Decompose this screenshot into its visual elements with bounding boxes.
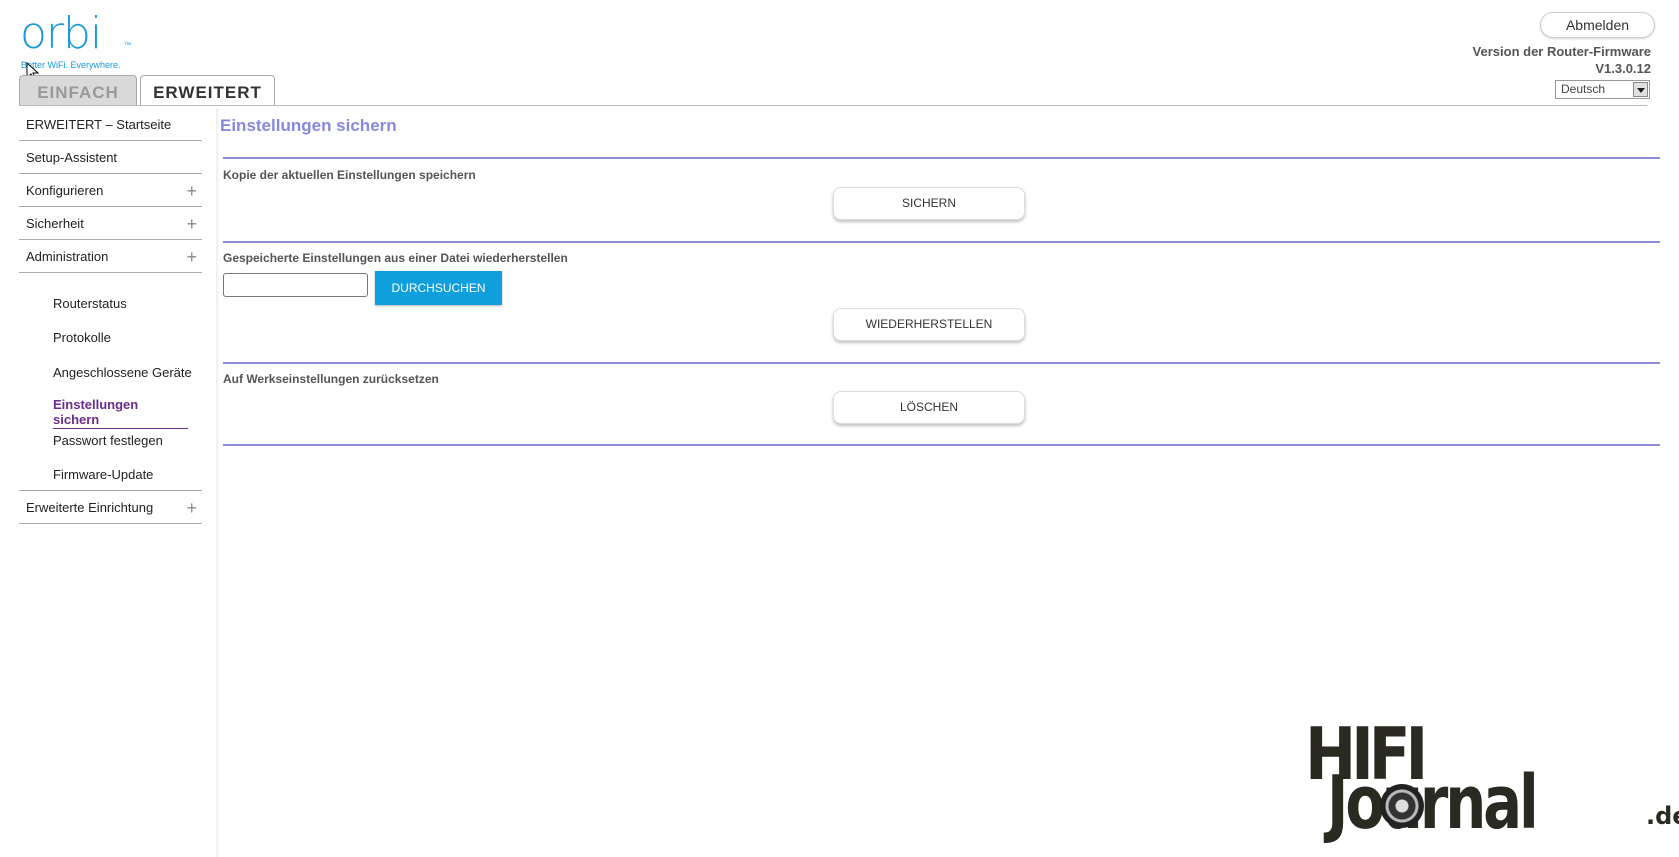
sidebar-subitem-angeschlossene-geraete[interactable]: Angeschlossene Geräte [53, 365, 192, 380]
sidebar-nav: ERWEITERT – Startseite Setup-Assistent K… [19, 108, 202, 524]
section-divider [223, 444, 1660, 446]
plus-icon[interactable]: + [186, 174, 197, 208]
restore-file-input[interactable] [223, 273, 368, 297]
watermark-line2: Journal [1327, 760, 1539, 846]
tab-erweitert[interactable]: ERWEITERT [140, 75, 275, 105]
logo-wordmark: orbi [20, 8, 102, 59]
plus-icon[interactable]: + [186, 491, 197, 525]
sidebar-subitem-passwort-festlegen[interactable]: Passwort festlegen [53, 433, 163, 448]
language-selected-value: Deutsch [1561, 82, 1606, 96]
sidebar-item-label: Sicherheit [26, 216, 84, 231]
plus-icon[interactable]: + [186, 240, 197, 274]
sidebar-item-erweiterte-einrichtung[interactable]: Erweiterte Einrichtung + [19, 491, 202, 524]
section-divider [223, 157, 1660, 159]
language-select[interactable]: Deutsch [1555, 80, 1650, 99]
sidebar-item-label: Administration [26, 249, 109, 264]
section-divider [223, 362, 1660, 364]
sidebar-subitem-label-line2: sichern [53, 412, 100, 427]
reset-section-label: Auf Werkseinstellungen zurücksetzen [223, 372, 439, 386]
header-divider [19, 105, 1647, 106]
sidebar-subitem-einstellungen-sichern[interactable]: Einstellungen sichern [53, 397, 138, 427]
backup-button[interactable]: SICHERN [833, 187, 1025, 220]
sidebar-subitem-protokolle[interactable]: Protokolle [53, 330, 111, 345]
sidebar-subitem-label-line1: Einstellungen [53, 397, 139, 412]
sidebar-item-konfigurieren[interactable]: Konfigurieren + [19, 174, 202, 207]
sidebar-item-label: ERWEITERT – Startseite [26, 117, 172, 132]
hifi-journal-watermark: HIFI Journal .de [1305, 718, 1679, 848]
restore-button[interactable]: WIEDERHERSTELLEN [833, 308, 1025, 341]
logo-trademark: ™ [124, 42, 131, 49]
content-separator [216, 108, 220, 857]
watermark-suffix: .de [1646, 802, 1679, 830]
sidebar-item-label: Erweiterte Einrichtung [26, 500, 154, 515]
sidebar-item-setup-assistent[interactable]: Setup-Assistent [19, 141, 202, 174]
sidebar-item-administration[interactable]: Administration + [19, 240, 202, 273]
restore-section-label: Gespeicherte Einstellungen aus einer Dat… [223, 251, 568, 265]
sidebar-item-label: Setup-Assistent [26, 150, 118, 165]
chevron-down-icon[interactable] [1633, 82, 1648, 97]
factory-reset-button[interactable]: LÖSCHEN [833, 391, 1025, 424]
page-title: Einstellungen sichern [220, 116, 397, 135]
firmware-version: V1.3.0.12 [1595, 61, 1651, 76]
sidebar-item-erweitert-startseite[interactable]: ERWEITERT – Startseite [19, 108, 202, 141]
backup-section-label: Kopie der aktuellen Einstellungen speich… [223, 168, 476, 182]
plus-icon[interactable]: + [186, 207, 197, 241]
logout-button[interactable]: Abmelden [1540, 12, 1655, 38]
sidebar-item-label: Konfigurieren [26, 183, 104, 198]
active-item-underline [53, 428, 188, 429]
administration-submenu: Routerstatus Protokolle Angeschlossene G… [19, 273, 202, 491]
sidebar-item-sicherheit[interactable]: Sicherheit + [19, 207, 202, 240]
firmware-label: Version der Router-Firmware [1472, 44, 1651, 59]
browse-button[interactable]: DURCHSUCHEN [375, 271, 502, 305]
sidebar-subitem-routerstatus[interactable]: Routerstatus [53, 296, 127, 311]
tab-einfach[interactable]: EINFACH [19, 75, 137, 106]
sidebar-subitem-firmware-update[interactable]: Firmware-Update [53, 467, 153, 482]
speaker-disc-icon [1380, 784, 1424, 828]
orbi-logo[interactable]: orbi ™ Better WiFi. Everywhere. [20, 8, 131, 71]
section-divider [223, 241, 1660, 243]
